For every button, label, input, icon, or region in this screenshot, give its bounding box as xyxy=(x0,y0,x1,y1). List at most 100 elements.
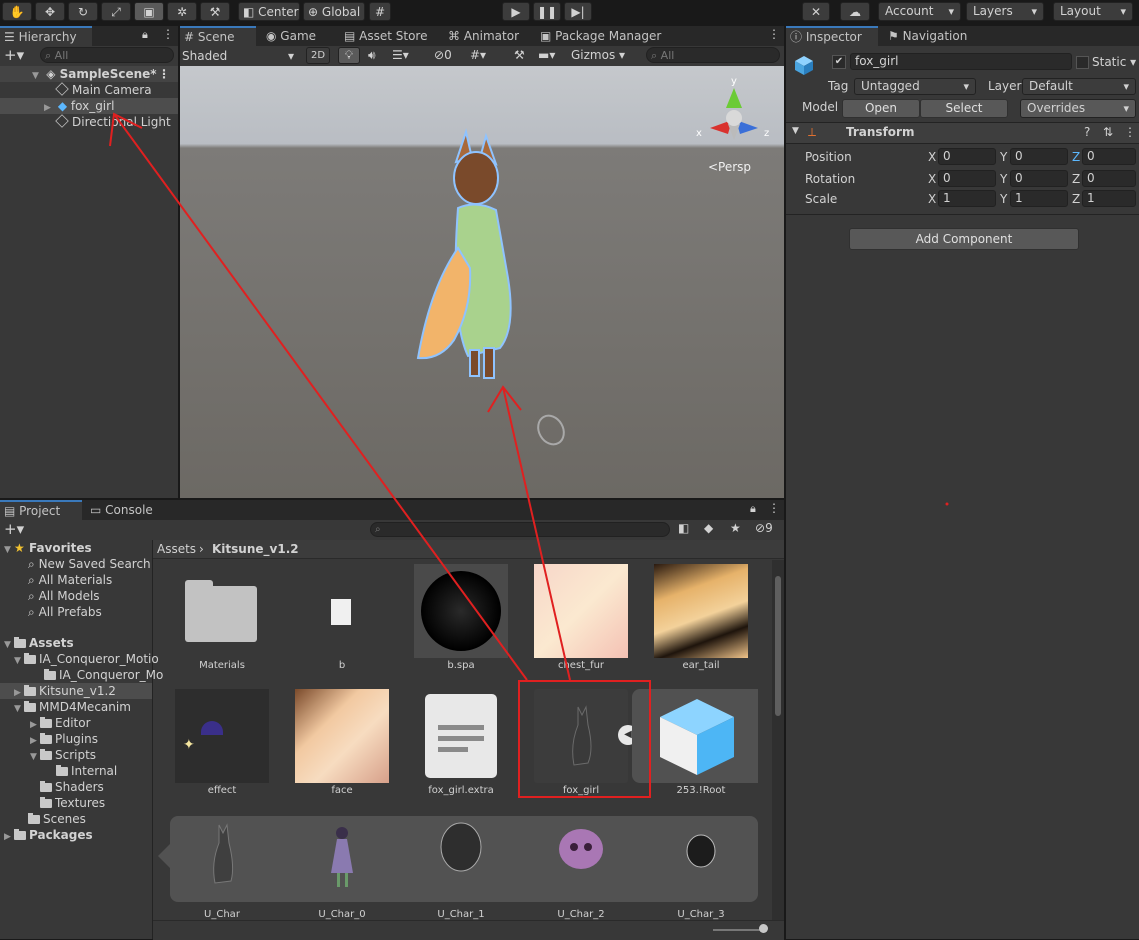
tab-hierarchy[interactable]: ☰ Hierarchy xyxy=(0,26,92,46)
space-toggle[interactable]: ⊕ Global xyxy=(303,2,365,21)
active-checkbox[interactable]: ✔ xyxy=(832,55,846,69)
folder-item[interactable]: Textures xyxy=(40,795,105,811)
asset-b-spa[interactable] xyxy=(414,564,508,658)
subasset-mesh[interactable] xyxy=(295,811,389,905)
asset-chest-fur[interactable] xyxy=(534,564,628,658)
2d-toggle[interactable]: 2D xyxy=(306,47,330,64)
rotation-x-field[interactable]: 0 xyxy=(938,170,996,187)
grid-icon[interactable]: #▾ xyxy=(470,48,486,62)
packages-root[interactable]: ▶ Packages xyxy=(4,827,93,843)
expand-arrow-icon[interactable]: ▶ xyxy=(44,100,54,116)
scene-kebab-icon[interactable]: ⋮ xyxy=(158,66,170,82)
hand-tool-button[interactable]: ✋ xyxy=(2,2,32,21)
select-button[interactable]: Select xyxy=(920,99,1008,118)
favorite-item[interactable]: ⌕ All Prefabs xyxy=(28,604,102,620)
scene-viewport[interactable]: y x z <Persp xyxy=(180,66,784,498)
favorite-star-icon[interactable]: ★ xyxy=(730,521,741,535)
asset-face[interactable] xyxy=(295,689,389,783)
layout-dropdown[interactable]: Layout xyxy=(1053,2,1133,21)
perspective-label[interactable]: <Persp xyxy=(708,160,751,174)
effects-icon[interactable]: ☰▾ xyxy=(392,48,409,62)
tab-inspector[interactable]: ⓘ Inspector xyxy=(786,26,878,46)
preset-icon[interactable]: ⇅ xyxy=(1103,125,1113,139)
collapse-arrow-icon[interactable]: ▼ xyxy=(14,653,24,669)
collapse-arrow-icon[interactable]: ▼ xyxy=(32,68,42,84)
project-search-input[interactable]: ⌕ xyxy=(370,522,670,537)
play-button[interactable]: ▶ xyxy=(502,2,530,21)
asset-ear-tail[interactable] xyxy=(654,564,748,658)
subasset-mesh[interactable] xyxy=(534,811,628,905)
zoom-slider-handle[interactable] xyxy=(759,924,768,933)
pivot-toggle[interactable]: ◧ Center xyxy=(238,2,300,21)
asset-b[interactable] xyxy=(295,564,389,658)
cloud-icon[interactable]: ☁ xyxy=(840,2,870,21)
scale-x-field[interactable]: 1 xyxy=(938,190,996,207)
scene-search-input[interactable]: ⌕ All xyxy=(646,47,780,63)
layers-dropdown[interactable]: Layers xyxy=(966,2,1044,21)
position-x-field[interactable]: 0 xyxy=(938,148,996,165)
tab-animator[interactable]: ⌘ Animator xyxy=(444,26,519,46)
kebab-menu-icon[interactable]: ⋮ xyxy=(1124,125,1136,139)
zoom-slider-track[interactable] xyxy=(713,929,765,931)
rect-tool-button[interactable]: ▣ xyxy=(134,2,164,21)
layer-dropdown[interactable]: Default xyxy=(1022,78,1136,95)
gizmos-dropdown[interactable]: Gizmos ▾ xyxy=(571,48,625,62)
scene-row[interactable]: ▼ ◈ SampleScene* ⋮ xyxy=(0,66,178,82)
collapse-arrow-icon[interactable]: ▼ xyxy=(14,701,24,717)
tab-navigation[interactable]: ⚑ Navigation xyxy=(884,26,967,46)
hierarchy-item-main-camera[interactable]: Main Camera xyxy=(55,82,152,98)
package-icon[interactable] xyxy=(654,693,740,779)
shading-dropdown[interactable]: Shaded ▾ xyxy=(182,47,298,65)
rotation-y-field[interactable]: 0 xyxy=(1010,170,1068,187)
asset-materials[interactable] xyxy=(175,564,269,658)
audio-icon[interactable]: 🔊︎ xyxy=(368,48,376,63)
hidden-packages-icon[interactable]: ⊘9 xyxy=(755,521,773,535)
assets-root[interactable]: ▼ Assets xyxy=(4,635,74,651)
step-button[interactable]: ▶| xyxy=(564,2,592,21)
favorite-item[interactable]: ⌕ New Saved Search xyxy=(28,556,151,572)
scale-z-field[interactable]: 1 xyxy=(1082,190,1136,207)
account-dropdown[interactable]: Account xyxy=(878,2,961,21)
asset-fox-girl-extra[interactable] xyxy=(414,689,508,783)
position-z-field[interactable]: 0 xyxy=(1082,148,1136,165)
kebab-menu-icon[interactable]: ⋮ xyxy=(162,27,174,41)
add-icon[interactable]: +▾ xyxy=(4,520,24,538)
expand-arrow-icon[interactable]: ▶ xyxy=(4,829,14,845)
lighting-toggle[interactable]: 💡︎ xyxy=(338,47,360,64)
folder-item[interactable]: Internal xyxy=(56,763,117,779)
tab-game[interactable]: ◉ Game xyxy=(262,26,316,46)
folder-item[interactable]: Scenes xyxy=(28,811,86,827)
static-checkbox[interactable] xyxy=(1076,56,1089,69)
hierarchy-search-input[interactable]: ⌕ All xyxy=(40,47,174,63)
custom-tool-button[interactable]: ⚒ xyxy=(200,2,230,21)
tab-asset-store[interactable]: ▤ Asset Store xyxy=(340,26,428,46)
subasset-mesh[interactable] xyxy=(414,811,508,905)
kebab-menu-icon[interactable]: ⋮ xyxy=(768,27,780,41)
static-dropdown[interactable]: Static ▾ xyxy=(1092,55,1136,69)
camera-icon[interactable]: ▬▾ xyxy=(538,48,555,62)
grid-snap-button[interactable]: # xyxy=(369,2,391,21)
breadcrumb-current[interactable]: Kitsune_v1.2 xyxy=(212,542,299,556)
open-button[interactable]: Open xyxy=(842,99,920,118)
tag-dropdown[interactable]: Untagged xyxy=(854,78,976,95)
pause-button[interactable]: ❚❚ xyxy=(533,2,561,21)
tools-icon[interactable]: ⚒ xyxy=(514,48,525,62)
folder-item[interactable]: ▼ MMD4Mecanim xyxy=(14,699,131,715)
collapse-arrow-icon[interactable]: ▼ xyxy=(792,126,799,136)
search-by-type-icon[interactable]: ◧ xyxy=(678,521,689,535)
transform-tool-button[interactable]: ✲ xyxy=(167,2,197,21)
position-y-field[interactable]: 0 xyxy=(1010,148,1068,165)
breadcrumb-assets[interactable]: Assets xyxy=(157,542,196,556)
orientation-gizmo[interactable]: y x z xyxy=(690,72,772,162)
collapse-arrow-icon[interactable]: ▼ xyxy=(30,749,40,765)
folder-item[interactable]: Shaders xyxy=(40,779,104,795)
asset-effect[interactable]: ✦ xyxy=(175,689,269,783)
favorites-header[interactable]: ▼ ★ Favorites xyxy=(4,540,92,556)
collapse-arrow-icon[interactable]: ▼ xyxy=(4,542,14,558)
move-tool-button[interactable]: ✥ xyxy=(35,2,65,21)
tab-scene[interactable]: # Scene xyxy=(180,26,256,46)
lock-icon[interactable]: 🔒︎ xyxy=(142,28,148,42)
scale-y-field[interactable]: 1 xyxy=(1010,190,1068,207)
collab-icon[interactable]: ✕ xyxy=(802,2,830,21)
rotation-z-field[interactable]: 0 xyxy=(1082,170,1136,187)
